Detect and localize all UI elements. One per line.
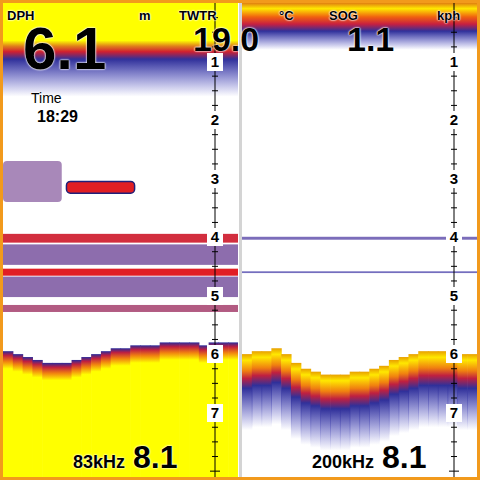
bottom-column bbox=[189, 342, 199, 477]
surface-clutter bbox=[242, 3, 477, 50]
frequency-footer: 200kHz 8.1 bbox=[312, 441, 427, 473]
fish-target bbox=[66, 181, 134, 193]
bottom-column bbox=[467, 354, 477, 430]
bottom-column bbox=[242, 354, 252, 430]
thermocline-layer bbox=[3, 269, 238, 276]
readout-unit: °C bbox=[279, 9, 294, 22]
bottom-column bbox=[311, 372, 321, 448]
bottom-column bbox=[42, 363, 52, 477]
frequency-label: 200kHz bbox=[312, 453, 374, 473]
bottom-column bbox=[62, 363, 72, 477]
bottom-column bbox=[52, 363, 62, 477]
range-label: 8.1 bbox=[382, 441, 426, 473]
bottom-column bbox=[228, 342, 238, 477]
readout-value: 1.1 bbox=[347, 22, 394, 56]
depth-label: 5 bbox=[207, 287, 223, 305]
bottom-column bbox=[291, 363, 301, 439]
bottom-column bbox=[23, 357, 33, 477]
bottom-column bbox=[369, 369, 379, 445]
bottom-column bbox=[281, 354, 291, 430]
readout-label: TWTR bbox=[179, 9, 217, 22]
thermocline-layer bbox=[242, 237, 477, 240]
bottom-column bbox=[340, 375, 350, 451]
bottom-echo bbox=[242, 348, 477, 450]
depth-label: 3 bbox=[446, 170, 462, 188]
thermocline-layer bbox=[3, 234, 238, 243]
range-label: 8.1 bbox=[133, 441, 177, 473]
bottom-column bbox=[428, 351, 438, 427]
bottom-column bbox=[418, 351, 428, 427]
bottom-column bbox=[271, 348, 281, 424]
readout-unit: kph bbox=[437, 9, 460, 22]
echogram-panel: 1 2 3 4 5 6 7 83kHz 8.1 bbox=[3, 3, 238, 477]
echogram-chart bbox=[242, 3, 477, 477]
surface-clutter bbox=[3, 3, 238, 97]
bottom-column bbox=[13, 354, 23, 477]
echogram-chart bbox=[3, 3, 238, 477]
bottom-column bbox=[320, 375, 330, 451]
depth-label: 3 bbox=[207, 170, 223, 188]
depth-label: 6 bbox=[446, 345, 462, 363]
depth-label: 2 bbox=[207, 111, 223, 129]
bottom-column bbox=[379, 366, 389, 442]
frequency-label: 83kHz bbox=[73, 453, 125, 473]
depth-label: 1 bbox=[207, 53, 223, 71]
depth-label: 5 bbox=[446, 287, 462, 305]
bottom-column bbox=[32, 360, 42, 477]
bottom-column bbox=[179, 342, 189, 477]
bottom-column bbox=[252, 351, 262, 427]
bottom-column bbox=[262, 351, 272, 427]
bottom-column bbox=[350, 372, 360, 448]
time-label: Time bbox=[31, 91, 62, 105]
thermocline-layer bbox=[242, 271, 477, 273]
depth-label: 4 bbox=[446, 228, 462, 246]
bottom-column bbox=[408, 354, 418, 430]
thermocline-layer bbox=[3, 244, 238, 264]
readout-unit: m bbox=[139, 9, 151, 22]
depth-label: 4 bbox=[207, 228, 223, 246]
depth-label: 7 bbox=[207, 404, 223, 422]
echogram-panel: 1 2 3 4 5 6 7 200kHz 8.1 bbox=[242, 3, 477, 477]
panel-divider bbox=[238, 3, 242, 477]
bottom-column bbox=[389, 360, 399, 436]
depth-label: 7 bbox=[446, 404, 462, 422]
readout-label: SOG bbox=[329, 9, 358, 22]
thermocline-layer bbox=[3, 277, 238, 297]
readout-value: 19.0 bbox=[193, 22, 259, 56]
thermocline-layer bbox=[3, 305, 238, 312]
frequency-footer: 83kHz 8.1 bbox=[73, 441, 178, 473]
depth-label: 1 bbox=[446, 53, 462, 71]
readout-label: DPH bbox=[7, 9, 34, 22]
time-value: 18:29 bbox=[37, 109, 78, 125]
bottom-column bbox=[360, 372, 370, 448]
water-column bbox=[242, 3, 477, 477]
bottom-column bbox=[301, 369, 311, 445]
bottom-column bbox=[3, 351, 13, 477]
bottom-echo bbox=[3, 342, 238, 477]
readout-value: 6.1 bbox=[23, 19, 106, 79]
depth-label: 6 bbox=[207, 345, 223, 363]
bottom-column bbox=[330, 375, 340, 451]
bottom-column bbox=[399, 357, 409, 433]
sonar-screen: 1 2 3 4 5 6 7 83kHz 8.1 1 2 3 4 5 6 7 200kHz 8.1 DPH6.1 m TW… bbox=[0, 0, 480, 480]
depth-label: 2 bbox=[446, 111, 462, 129]
fish-target bbox=[3, 161, 62, 202]
readout-overlay: DPH6.1 m TWTR19.0 °C SOG1.1 kph Time 18:29 bbox=[3, 3, 477, 477]
